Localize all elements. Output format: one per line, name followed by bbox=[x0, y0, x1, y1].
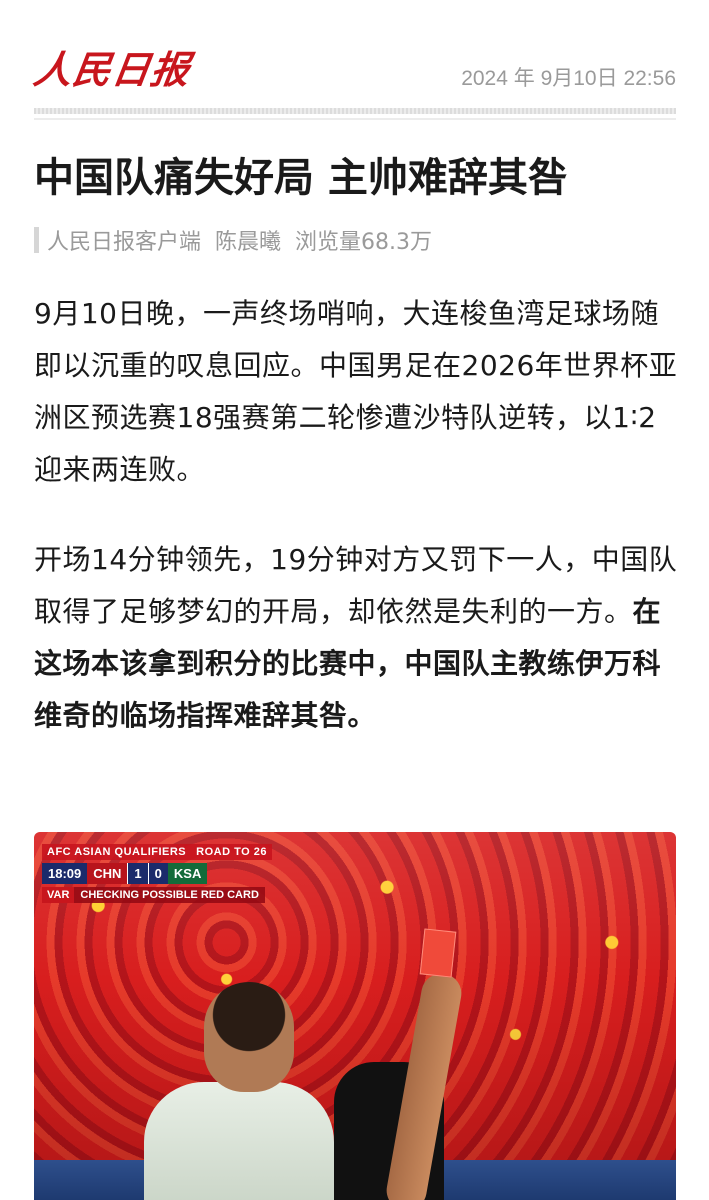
article-header: 人民日报 2024 年 9月10日 22:56 bbox=[31, 42, 676, 102]
article-paragraph-1: 9月10日晚，一声终场哨响，大连梭鱼湾足球场随即以沉重的叹息回应。中国男足在20… bbox=[34, 297, 678, 486]
team-home: CHN bbox=[87, 863, 128, 884]
meta-views: 浏览量68.3万 bbox=[295, 230, 433, 255]
var-text: CHECKING POSSIBLE RED CARD bbox=[74, 887, 265, 903]
header-divider bbox=[34, 108, 676, 114]
scoreboard-header: AFC ASIAN QUALIFIERS ROAD TO 26 bbox=[42, 844, 272, 860]
meta-author: 陈晨曦 bbox=[215, 230, 282, 255]
var-tag: VAR bbox=[42, 887, 75, 903]
player-head bbox=[204, 982, 294, 1092]
match-time: 18:09 bbox=[42, 863, 88, 884]
publish-date: 2024 年 9月10日 22:56 bbox=[461, 67, 676, 90]
article-paragraph-2: 开场14分钟领先，19分钟对方又罚下一人，中国队取得了足够梦幻的开局，却依然是失… bbox=[34, 534, 679, 742]
score-home: 1 bbox=[127, 863, 148, 884]
meta-accent-bar bbox=[34, 227, 39, 253]
people-daily-logo[interactable]: 人民日报 bbox=[30, 42, 194, 98]
team-away: KSA bbox=[167, 863, 208, 884]
article-photo[interactable]: AFC ASIAN QUALIFIERS ROAD TO 26 18:09 CH… bbox=[34, 832, 676, 1200]
meta-source[interactable]: 人民日报客户端 bbox=[47, 224, 201, 256]
header-divider-line bbox=[34, 118, 676, 120]
score-away: 0 bbox=[147, 863, 168, 884]
article-title: 中国队痛失好局 主帅难辞其咎 bbox=[34, 155, 568, 201]
player-shirt bbox=[144, 1082, 334, 1200]
competition-name: AFC ASIAN QUALIFIERS bbox=[47, 846, 187, 858]
article-meta: 人民日报客户端 陈晨曦 浏览量68.3万 bbox=[34, 224, 446, 256]
paragraph-2-text: 开场14分钟领先，19分钟对方又罚下一人，中国队取得了足够梦幻的开局，却依然是失… bbox=[34, 543, 678, 628]
competition-subtitle: ROAD TO 26 bbox=[196, 846, 267, 858]
score-row: 18:09 CHN 1 0 KSA bbox=[42, 863, 272, 884]
red-card bbox=[419, 928, 457, 978]
tv-scoreboard: AFC ASIAN QUALIFIERS ROAD TO 26 18:09 CH… bbox=[42, 842, 272, 903]
var-banner: VAR CHECKING POSSIBLE RED CARD bbox=[42, 887, 272, 903]
